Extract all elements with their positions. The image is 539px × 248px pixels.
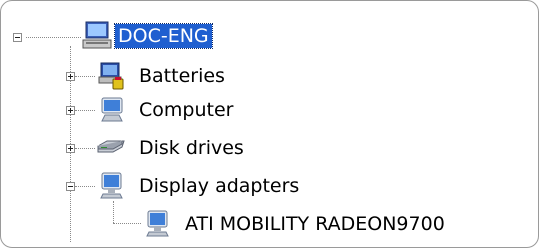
battery-icon [95,59,127,91]
collapse-toggle-root[interactable] [13,33,22,42]
computer-icon [95,94,127,126]
tree-connector [75,110,95,111]
tree-connector [113,223,141,224]
tree-child-label[interactable]: ATI MOBILITY RADEON9700 [185,212,445,236]
tree-connector [113,201,114,223]
tree-connector [75,148,95,149]
device-tree-panel: DOC-ENG Batteries Computer Disk drives D… [0,0,539,248]
disk-drive-icon [95,132,127,164]
monitor-icon [95,170,127,202]
tree-node-label[interactable]: Batteries [139,64,225,88]
expand-toggle-disk-drives[interactable] [66,144,75,153]
tree-node-label[interactable]: Disk drives [139,136,244,160]
computer-root-icon [81,19,113,51]
expand-toggle-batteries[interactable] [66,72,75,81]
tree-node-label[interactable]: Computer [139,98,233,122]
display-adapter-icon [141,208,173,240]
tree-connector [75,186,95,187]
collapse-toggle-display-adapters[interactable] [66,182,75,191]
tree-node-label[interactable]: Display adapters [139,174,299,198]
expand-toggle-computer[interactable] [66,106,75,115]
tree-root-label[interactable]: DOC-ENG [114,23,213,49]
tree-connector [75,76,95,77]
tree-connector [26,37,81,38]
